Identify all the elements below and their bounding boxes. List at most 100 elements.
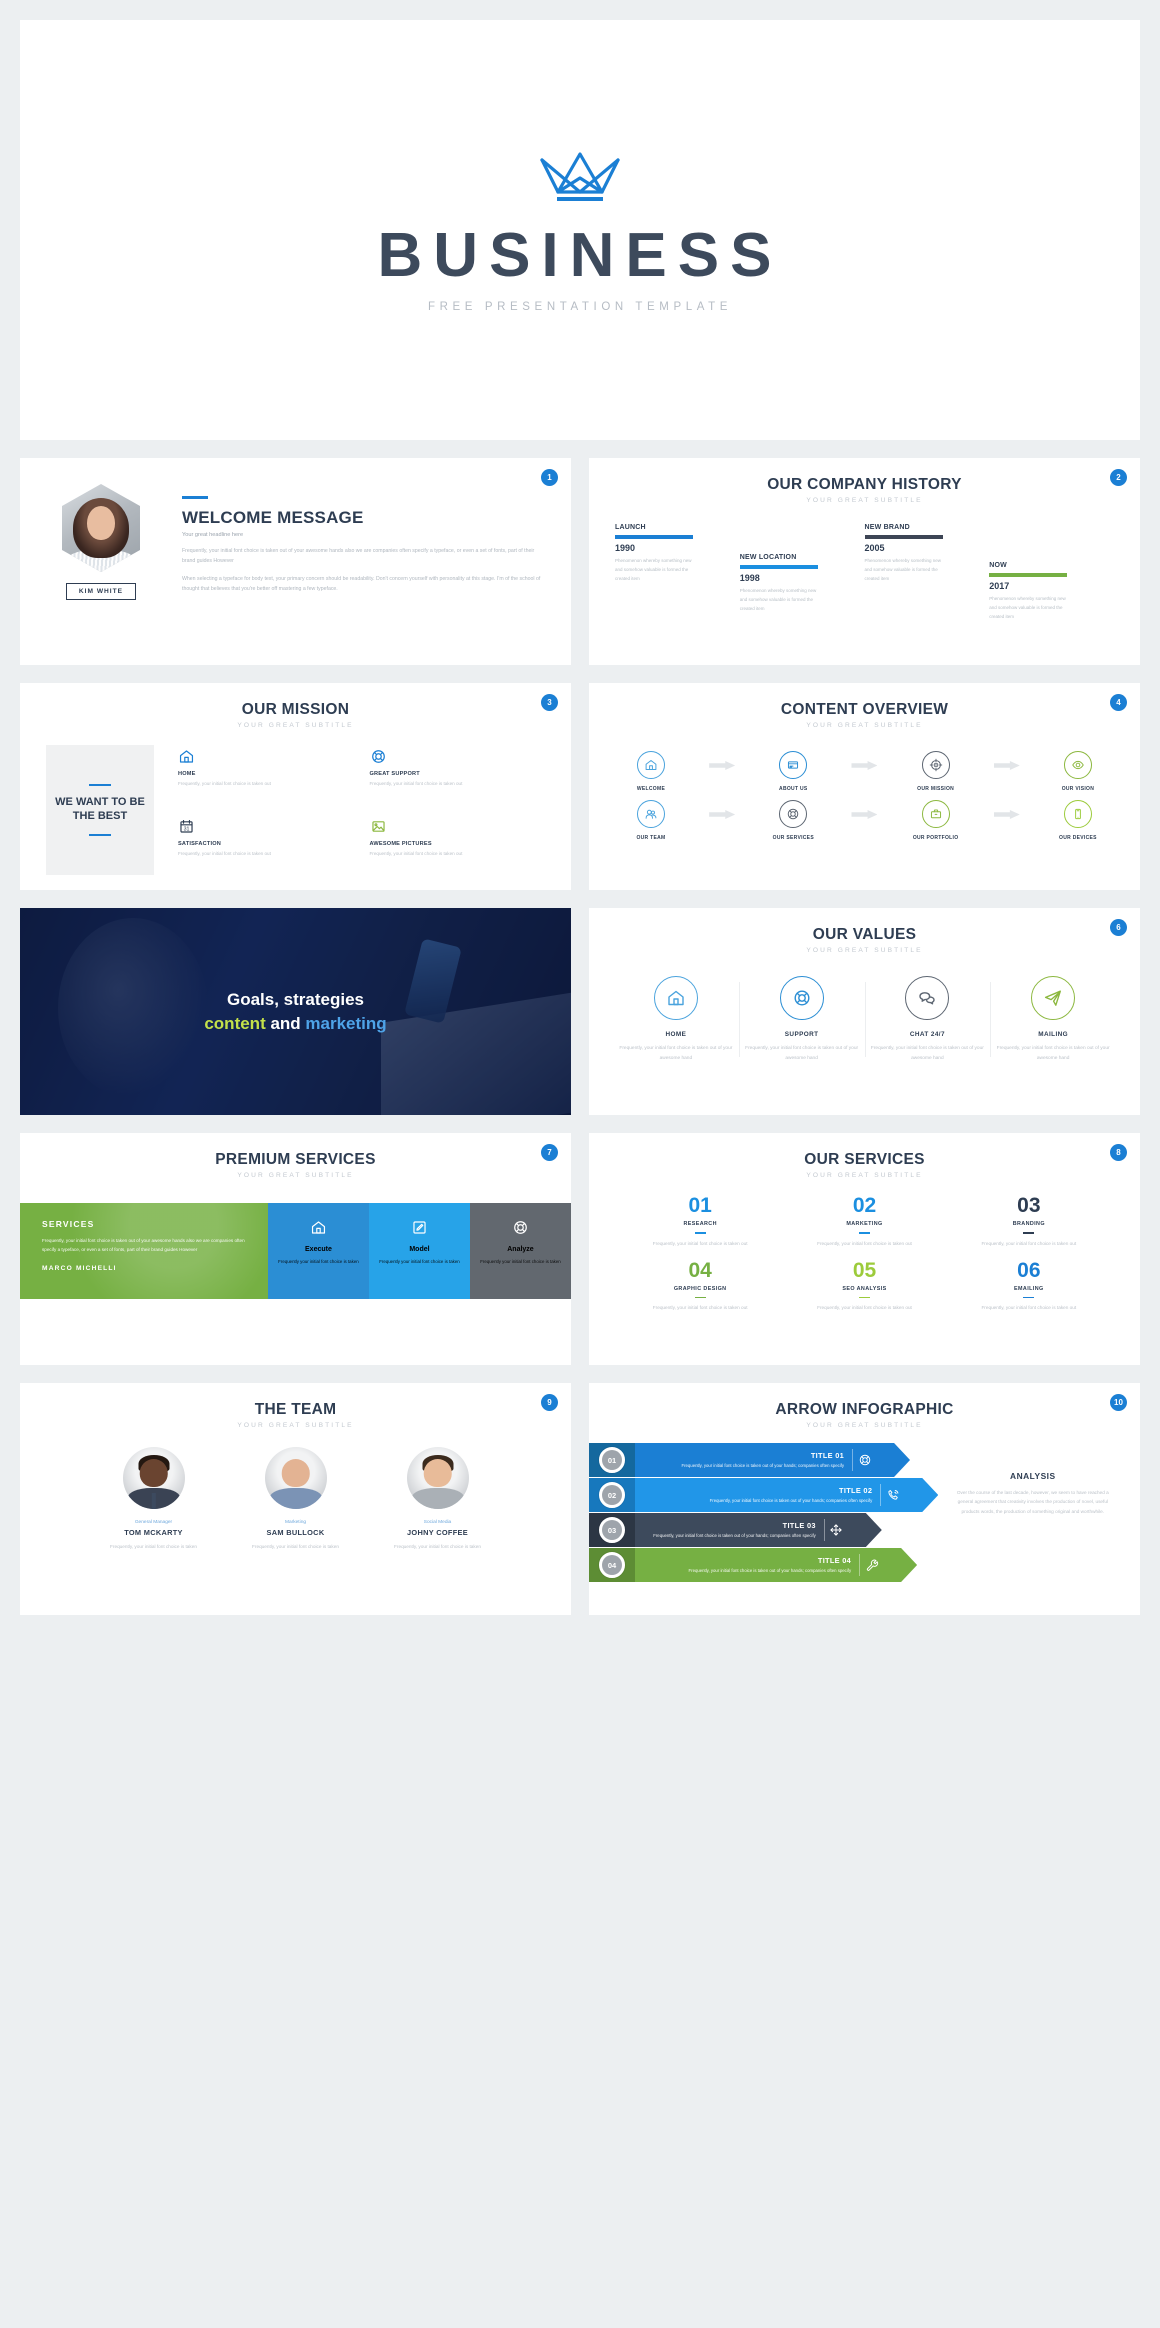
timeline-year: 2005 [864, 543, 885, 553]
timeline-text: Phenomenon whereby something new and som… [989, 596, 1066, 619]
arrow-number-label: 04 [602, 1555, 622, 1575]
service-column: Analyze Frequently your initial font choi… [469, 1203, 571, 1299]
slide-premium-services[interactable]: 7 PREMIUM SERVICES YOUR GREAT SUBTITLE S… [20, 1133, 571, 1365]
arrow-text: Frequently, your initial font choice is … [681, 1462, 845, 1468]
mission-item: 31 SATISFACTION Frequently, your initial f… [178, 815, 354, 876]
service-item: 06 EMAILING Frequently, your initial font … [952, 1260, 1106, 1313]
arrow-right-icon [993, 761, 1020, 770]
slide-company-history[interactable]: 2 OUR COMPANY HISTORY YOUR GREAT SUBTITL… [589, 458, 1140, 665]
slide-headline: Your great headline here [182, 532, 244, 538]
lifebuoy-icon [370, 745, 546, 765]
service-number: 03 [1017, 1194, 1041, 1217]
slide-title: ARROW INFOGRAPHIC [775, 1401, 954, 1418]
arrow-number-label: 03 [602, 1520, 622, 1540]
arrow-right-icon [709, 810, 736, 819]
service-column-text: Frequently your initial font choice is t… [278, 1259, 359, 1264]
slide-number-badge: 2 [1110, 469, 1127, 486]
panel-text: Frequently, your initial font choice is … [42, 1238, 245, 1252]
value-text: Frequently, your initial font choice is … [619, 1046, 733, 1061]
slide-title: OUR SERVICES [804, 1151, 925, 1168]
hero-subtitle: FREE PRESENTATION TEMPLATE [427, 300, 733, 313]
service-item: 05 SEO ANALYSIS Frequently, your initial f… [787, 1260, 941, 1313]
overview-item: OUR PORTFOLIO [904, 800, 968, 841]
slide-our-services[interactable]: 8 OUR SERVICES YOUR GREAT SUBTITLE 01 RES… [589, 1133, 1140, 1365]
slide-subtitle: YOUR GREAT SUBTITLE [806, 497, 923, 504]
service-label: MARKETING [846, 1221, 883, 1227]
service-column-title: Analyze [507, 1246, 534, 1253]
arrow-title: TITLE 03 [782, 1520, 816, 1530]
mission-item: AWESOME PICTURES Frequently, your initial… [370, 815, 546, 876]
slide-title: WELCOME MESSAGE [182, 508, 364, 527]
avatar [122, 1447, 185, 1509]
overview-item-label: OUR PORTFOLIO [912, 835, 959, 841]
slide-the-team[interactable]: 9 THE TEAM YOUR GREAT SUBTITLE General M… [20, 1383, 571, 1615]
service-label: RESEARCH [683, 1221, 717, 1227]
arrow-right-icon [851, 761, 878, 770]
team-member: Marketing SAM BULLOCK Frequently, your ini… [240, 1447, 352, 1551]
slide-our-mission[interactable]: 3 OUR MISSION YOUR GREAT SUBTITLE WE WAN… [20, 683, 571, 890]
value-item: SUPPORT Frequently, your initial font cho… [738, 976, 865, 1063]
team-member-name: JOHNY COFFEE [407, 1528, 468, 1537]
slide-our-values[interactable]: 6 OUR VALUES YOUR GREAT SUBTITLE HOME Fre… [589, 908, 1140, 1115]
slide-welcome-message[interactable]: 1 KIM WHITE WELCOME MESSAGE Your great h… [20, 458, 571, 665]
mission-items: HOME Frequently, your initial font choice… [178, 745, 545, 875]
timeline-item: LAUNCH 1990 Phenomenon whereby something n… [615, 524, 693, 583]
timeline-bar [989, 573, 1068, 577]
service-label: GRAPHIC DESIGN [673, 1285, 727, 1292]
value-item: HOME Frequently, your initial font choice… [613, 976, 739, 1063]
slide-goals-strategies[interactable]: Goals, strategies content and marketing [20, 908, 571, 1115]
team-member-role: Marketing [284, 1520, 307, 1525]
service-divider [1023, 1296, 1035, 1299]
accent-rule [182, 496, 208, 499]
page-title: BUSINESS [377, 220, 783, 290]
slide-number-badge: 10 [1110, 1394, 1127, 1411]
service-item: 01 RESEARCH Frequently, your initial font … [623, 1195, 777, 1248]
avatar [264, 1447, 327, 1509]
caption-content-word: content [204, 1013, 266, 1033]
arrow-text: Frequently, your initial font choice is … [709, 1497, 873, 1503]
analysis-panel: ANALYSIS Over the course of the last dec… [942, 1443, 1140, 1583]
service-number: 04 [688, 1258, 712, 1282]
overview-item-label: WELCOME [636, 786, 666, 792]
service-column-text: Frequently your initial font choice is t… [480, 1259, 561, 1264]
arrow-number: 01 [589, 1443, 635, 1477]
team-member-role: General Manager [134, 1520, 173, 1525]
slide-number-badge: 7 [541, 1144, 558, 1161]
timeline-item: NEW LOCATION 1998 Phenomenon whereby somet… [739, 554, 818, 613]
timeline-bar [864, 535, 943, 539]
team-member-role: Social Media [423, 1520, 452, 1525]
service-number: 02 [852, 1194, 877, 1217]
service-text: Frequently, your initial font choice is … [652, 1240, 748, 1246]
arrow-title: TITLE 02 [839, 1485, 873, 1495]
slide-number-badge: 8 [1110, 1144, 1127, 1161]
arrow-right-icon [993, 810, 1020, 819]
slides-grid: 1 KIM WHITE WELCOME MESSAGE Your great h… [20, 458, 1140, 1615]
mission-item: GREAT SUPPORT Frequently, your initial fo… [370, 745, 546, 806]
slide-arrow-infographic[interactable]: 10 ARROW INFOGRAPHIC YOUR GREAT SUBTITLE… [589, 1383, 1140, 1615]
services-columns: Execute Frequently your initial font choi… [267, 1203, 571, 1299]
caption-line-1: Goals, strategies [226, 989, 364, 1009]
slide-number-badge: 4 [1110, 694, 1127, 711]
calendar-icon: 31 [178, 815, 354, 835]
timeline-year: 1990 [615, 543, 636, 553]
hero-slide: BUSINESS FREE PRESENTATION TEMPLATE [20, 20, 1140, 440]
overview-item: OUR MISSION [904, 751, 968, 792]
service-label: BRANDING [1012, 1221, 1045, 1227]
paper-plane-icon [1031, 976, 1076, 1020]
slide-title: THE TEAM [254, 1401, 337, 1418]
service-text: Frequently, your initial font choice is … [981, 1240, 1077, 1246]
arrow-number: 03 [589, 1513, 635, 1547]
service-divider [694, 1232, 706, 1234]
slide-content-overview[interactable]: 4 CONTENT OVERVIEW YOUR GREAT SUBTITLE W… [589, 683, 1140, 890]
pencil-square-icon [379, 1219, 460, 1241]
values-list: HOME Frequently, your initial font choice… [589, 954, 1140, 1063]
team-members: General Manager TOM MCKARTY Frequently, yo… [20, 1429, 571, 1551]
slide-subtitle: YOUR GREAT SUBTITLE [806, 1422, 923, 1429]
mission-item-label: HOME [178, 771, 196, 777]
avatar [62, 484, 140, 572]
slide-subtitle: YOUR GREAT SUBTITLE [237, 1172, 354, 1179]
paragraph-2: When selecting a typeface for body text,… [182, 576, 541, 592]
timeline: LAUNCH 1990 Phenomenon whereby something n… [615, 524, 1114, 634]
overview-item: ABOUT US [761, 751, 825, 792]
lifebuoy-icon [779, 976, 824, 1020]
